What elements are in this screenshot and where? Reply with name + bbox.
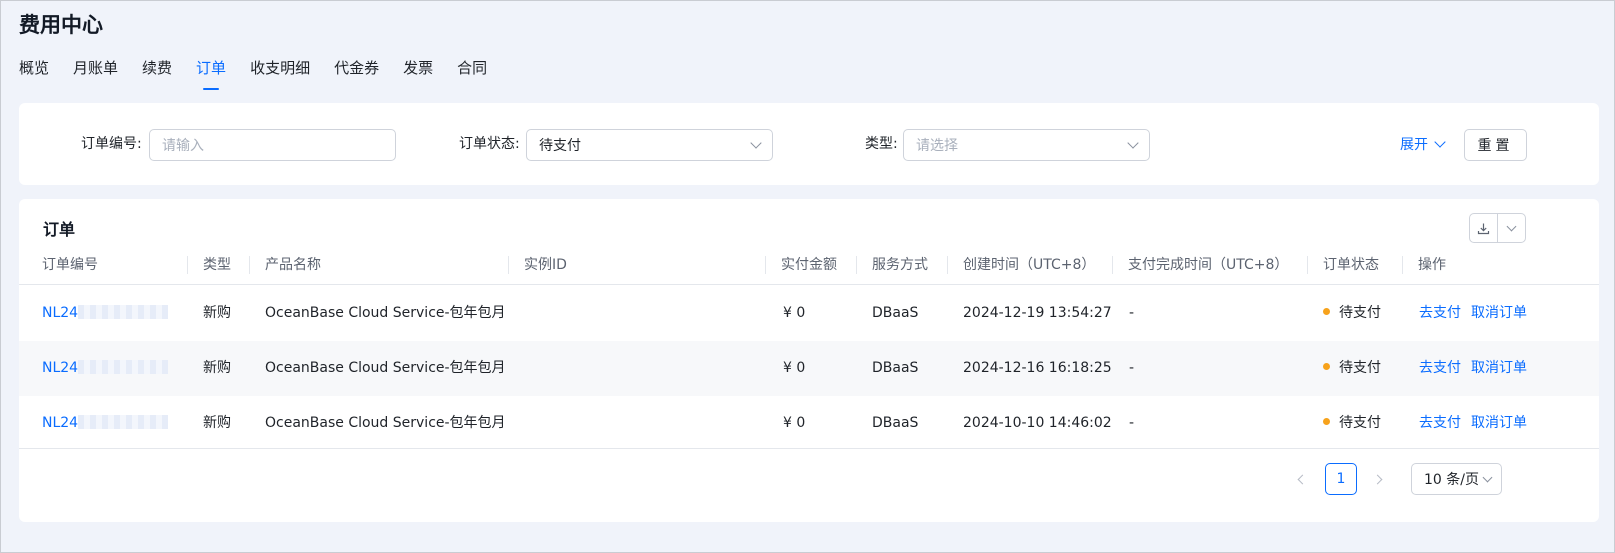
product-name: OceanBase Cloud Service-包年包月 (265, 360, 506, 376)
cancel-order-link[interactable]: 取消订单 (1471, 305, 1527, 321)
col-order-no: 订单编号 (42, 257, 98, 273)
col-created: 创建时间（UTC+8） (963, 257, 1096, 273)
paid-time: - (1129, 415, 1135, 431)
chevron-down-icon (1506, 221, 1517, 231)
paid-time: - (1129, 360, 1135, 376)
reset-button[interactable]: 重置 (1464, 129, 1527, 161)
status-badge: 待支付 (1323, 286, 1381, 341)
chevron-down-icon (1434, 136, 1446, 148)
tab-monthly-bill[interactable]: 月账单 (73, 57, 118, 90)
tab-invoices[interactable]: 发票 (403, 57, 433, 90)
col-instance-id: 实例ID (524, 257, 567, 273)
product-name: OceanBase Cloud Service-包年包月 (265, 415, 506, 431)
table-row: NL24 新购 OceanBase Cloud Service-包年包月 ¥ 0… (19, 341, 1599, 396)
download-button[interactable] (1470, 214, 1497, 242)
type-select-placeholder: 请选择 (916, 138, 958, 154)
tab-contracts[interactable]: 合同 (457, 57, 487, 90)
pending-dot-icon (1323, 308, 1330, 315)
order-type: 新购 (203, 360, 231, 376)
order-no-input[interactable]: 请输入 (149, 129, 396, 161)
status-select-value: 待支付 (539, 138, 581, 154)
tab-vouchers[interactable]: 代金券 (334, 57, 379, 90)
created-time: 2024-12-19 13:54:27 (963, 305, 1112, 321)
row-actions: 去支付 取消订单 (1419, 396, 1537, 451)
download-menu-toggle[interactable] (1497, 214, 1525, 242)
filter-panel: 订单编号: 请输入 订单状态: 待支付 类型: 请选择 展开 重置 (19, 103, 1599, 185)
pending-dot-icon (1323, 363, 1330, 370)
order-no-link[interactable]: NL24 (42, 341, 169, 396)
row-actions: 去支付 取消订单 (1419, 341, 1537, 396)
chevron-down-icon (1127, 137, 1139, 149)
order-type: 新购 (203, 305, 231, 321)
paid-time: - (1129, 305, 1135, 321)
service-mode: DBaaS (872, 360, 919, 376)
col-actions: 操作 (1418, 257, 1446, 273)
col-paid-time: 支付完成时间（UTC+8） (1128, 257, 1289, 273)
service-mode: DBaaS (872, 305, 919, 321)
pay-link[interactable]: 去支付 (1419, 415, 1461, 431)
order-type: 新购 (203, 415, 231, 431)
created-time: 2024-12-16 16:18:25 (963, 360, 1112, 376)
col-amount: 实付金额 (781, 257, 837, 273)
cancel-order-link[interactable]: 取消订单 (1471, 360, 1527, 376)
download-button-group (1469, 213, 1526, 243)
row-actions: 去支付 取消订单 (1419, 286, 1537, 341)
download-icon (1477, 223, 1490, 234)
table-header: 订单编号 类型 产品名称 实例ID 实付金额 服务方式 创建时间（UTC+8） … (19, 245, 1599, 285)
chevron-right-icon (1372, 474, 1383, 484)
pay-link[interactable]: 去支付 (1419, 305, 1461, 321)
order-no-link[interactable]: NL24 (42, 286, 169, 341)
status-label: 订单状态: (459, 136, 520, 152)
type-select[interactable]: 请选择 (903, 129, 1150, 161)
amount: ¥ 0 (783, 415, 806, 431)
next-page-button[interactable] (1365, 465, 1393, 493)
page-size-value: 10 条/页 (1424, 472, 1479, 488)
chevron-down-icon (1482, 472, 1493, 482)
page-title: 费用中心 (19, 13, 103, 37)
prev-page-button[interactable] (1287, 465, 1315, 493)
table-row: NL24 新购 OceanBase Cloud Service-包年包月 ¥ 0… (19, 396, 1599, 451)
orders-table-card: 订单 订单编号 类型 产品名称 实例ID 实付金额 服务方式 创建时间（UTC+… (19, 199, 1599, 522)
order-no-label: 订单编号: (81, 136, 142, 152)
page-size-select[interactable]: 10 条/页 (1411, 463, 1502, 495)
pay-link[interactable]: 去支付 (1419, 360, 1461, 376)
status-badge: 待支付 (1323, 396, 1381, 451)
col-status: 订单状态 (1323, 257, 1379, 273)
table-row: NL24 新购 OceanBase Cloud Service-包年包月 ¥ 0… (19, 286, 1599, 341)
tab-renewal[interactable]: 续费 (142, 57, 172, 90)
service-mode: DBaaS (872, 415, 919, 431)
created-time: 2024-10-10 14:46:02 (963, 415, 1112, 431)
tab-bar: 概览 月账单 续费 订单 收支明细 代金券 发票 合同 (19, 57, 511, 90)
pending-dot-icon (1323, 418, 1330, 425)
expand-label: 展开 (1400, 137, 1428, 153)
amount: ¥ 0 (783, 305, 806, 321)
type-label: 类型: (865, 136, 898, 152)
col-type: 类型 (203, 257, 231, 273)
col-service: 服务方式 (872, 257, 928, 273)
expand-filters-link[interactable]: 展开 (1400, 134, 1446, 154)
tab-orders[interactable]: 订单 (196, 57, 226, 90)
status-select[interactable]: 待支付 (526, 129, 773, 161)
tab-overview[interactable]: 概览 (19, 57, 49, 90)
table-title: 订单 (43, 220, 76, 239)
cancel-order-link[interactable]: 取消订单 (1471, 415, 1527, 431)
amount: ¥ 0 (783, 360, 806, 376)
chevron-left-icon (1297, 474, 1308, 484)
chevron-down-icon (750, 137, 762, 149)
product-name: OceanBase Cloud Service-包年包月 (265, 305, 506, 321)
page-1-button[interactable]: 1 (1325, 463, 1357, 495)
order-no-link[interactable]: NL24 (42, 396, 169, 451)
col-product: 产品名称 (265, 257, 321, 273)
status-badge: 待支付 (1323, 341, 1381, 396)
order-no-placeholder: 请输入 (162, 138, 204, 154)
tab-transactions[interactable]: 收支明细 (250, 57, 310, 90)
